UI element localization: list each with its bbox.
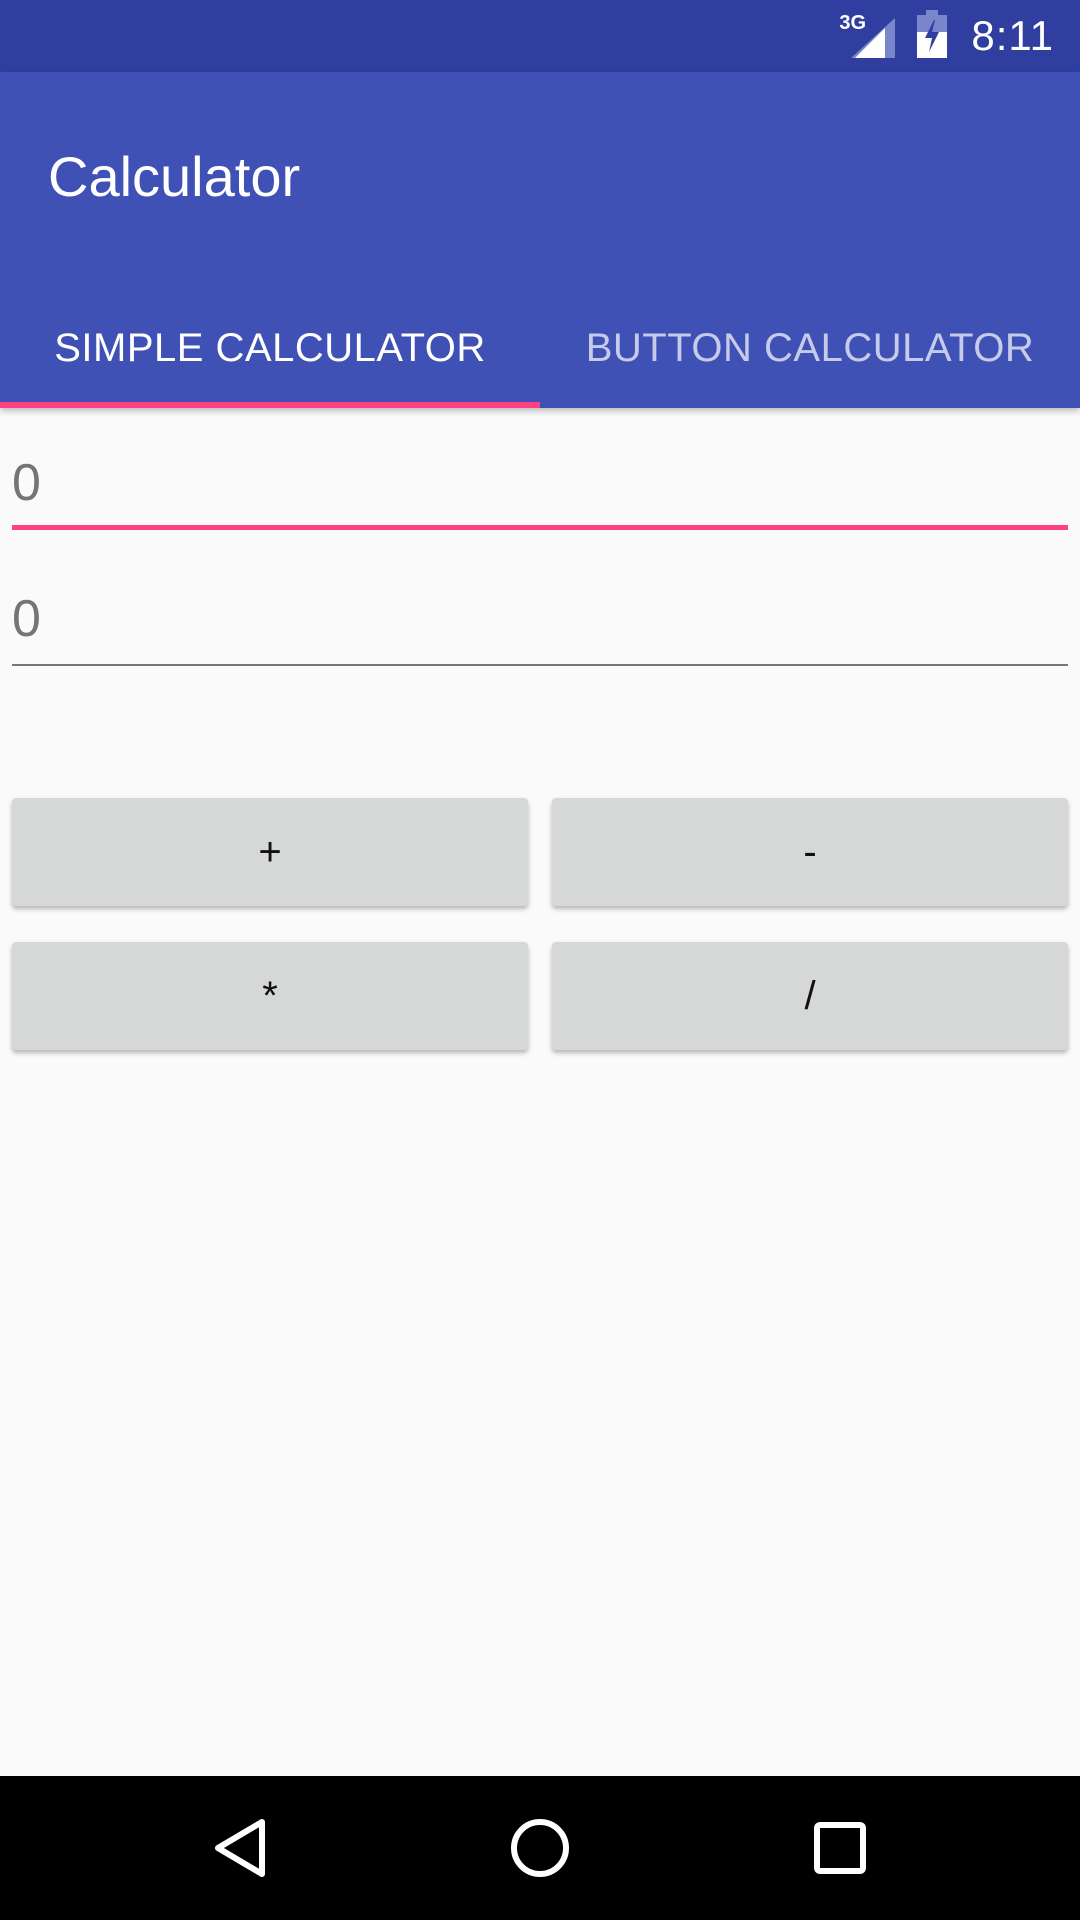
tab-button-calculator[interactable]: BUTTON CALCULATOR [540, 288, 1080, 408]
first-number-underline [12, 525, 1068, 530]
network-indicator: 3G [839, 12, 896, 58]
home-icon [511, 1819, 569, 1877]
tab-bar: SIMPLE CALCULATOR BUTTON CALCULATOR [0, 288, 1080, 408]
divide-button[interactable]: / [552, 942, 1068, 1050]
multiply-button[interactable]: * [12, 942, 528, 1050]
recents-button[interactable] [768, 1776, 912, 1920]
status-bar: 3G 8:11 [0, 0, 1080, 72]
back-icon [215, 1819, 265, 1877]
status-time: 8:11 [971, 12, 1054, 59]
back-button[interactable] [168, 1776, 312, 1920]
second-number-underline [12, 664, 1068, 666]
battery-charging-icon [917, 9, 948, 63]
second-number-field [12, 566, 1068, 666]
first-number-input[interactable] [12, 430, 1068, 530]
recents-icon [814, 1822, 866, 1874]
navigation-bar [0, 1776, 1080, 1920]
first-number-field [12, 430, 1068, 530]
add-button[interactable]: + [12, 798, 528, 906]
app-bar: Calculator SIMPLE CALCULATOR BUTTON CALC… [0, 72, 1080, 408]
second-number-input[interactable] [12, 566, 1068, 666]
signal-icon [851, 18, 896, 58]
app-title: Calculator [48, 145, 301, 208]
home-button[interactable] [468, 1776, 612, 1920]
subtract-button[interactable]: - [552, 798, 1068, 906]
tab-simple-calculator[interactable]: SIMPLE CALCULATOR [0, 288, 540, 408]
